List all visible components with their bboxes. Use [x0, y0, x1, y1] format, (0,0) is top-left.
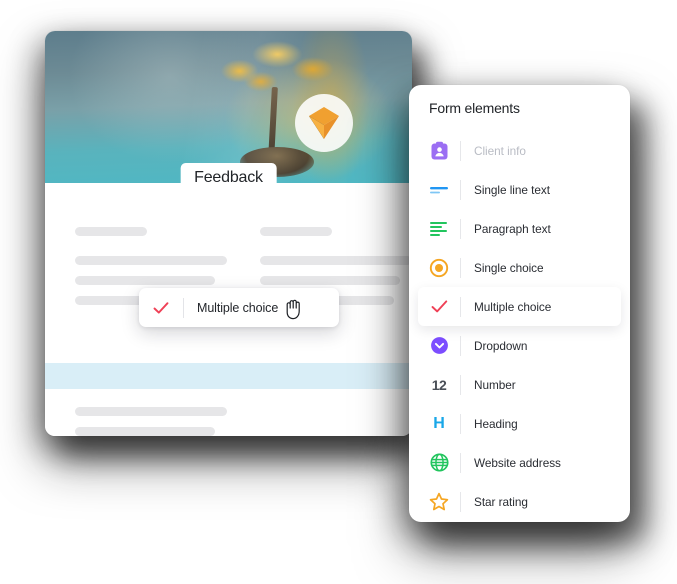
orange-pyramid-logo-icon: [309, 107, 339, 139]
list-item-multiple-choice[interactable]: Multiple choice: [418, 287, 621, 326]
list-item-label: Client info: [474, 143, 526, 158]
list-item-dropdown[interactable]: Dropdown: [418, 326, 621, 365]
divider: [460, 257, 461, 278]
divider: [460, 452, 461, 473]
divider: [460, 335, 461, 356]
heading-h-icon: H: [433, 414, 445, 432]
check-icon: [139, 299, 183, 317]
list-item-website-address[interactable]: Website address: [418, 443, 621, 482]
list-item-star-rating[interactable]: Star rating: [418, 482, 621, 521]
single-line-text-icon: [418, 183, 460, 197]
list-item-number[interactable]: 12 Number: [418, 365, 621, 404]
list-item-label: Star rating: [474, 494, 528, 509]
list-item-label: Heading: [474, 416, 518, 431]
list-item-label: Single choice: [474, 260, 544, 275]
skeleton-bar: [75, 276, 215, 285]
list-item-label: Website address: [474, 455, 561, 470]
star-rating-icon: [418, 492, 460, 511]
form-elements-panel: Form elements Client info Single line te…: [409, 85, 630, 522]
list-item-single-choice[interactable]: Single choice: [418, 248, 621, 287]
list-item-label: Dropdown: [474, 338, 528, 353]
grab-hand-cursor-icon: [286, 299, 300, 320]
list-item-single-line-text[interactable]: Single line text: [418, 170, 621, 209]
list-item-client-info[interactable]: Client info: [418, 131, 621, 170]
skeleton-bar: [75, 256, 227, 265]
skeleton-column-lower: [75, 407, 227, 436]
list-item-label: Single line text: [474, 182, 550, 197]
form-hero-banner: [45, 31, 412, 183]
form-preview-card: Feedback: [45, 31, 412, 436]
divider: [460, 218, 461, 239]
divider: [460, 179, 461, 200]
client-info-badge-icon: [418, 141, 460, 161]
skeleton-bar: [260, 276, 400, 285]
skeleton-bar: [75, 227, 147, 236]
dragged-element-chip[interactable]: Multiple choice: [139, 288, 339, 327]
website-address-globe-icon: [418, 453, 460, 472]
single-choice-radio-icon: [418, 258, 460, 278]
dropdown-chevron-icon: [418, 336, 460, 355]
paragraph-text-icon: [418, 221, 460, 237]
list-item-label: Paragraph text: [474, 221, 551, 236]
list-item-paragraph-text[interactable]: Paragraph text: [418, 209, 621, 248]
panel-title: Form elements: [429, 100, 520, 116]
list-item-heading[interactable]: H Heading: [418, 404, 621, 443]
number-12-icon: 12: [431, 376, 447, 393]
divider: [460, 491, 461, 512]
divider: [460, 413, 461, 434]
skeleton-bar: [75, 407, 227, 416]
dragged-element-label: Multiple choice: [197, 300, 279, 315]
divider: [460, 296, 461, 317]
form-elements-list: Client info Single line text Paragraph t…: [409, 131, 630, 521]
skeleton-bar: [260, 256, 412, 265]
divider: [183, 297, 184, 318]
list-item-label: Multiple choice: [474, 299, 552, 314]
skeleton-bar: [75, 427, 215, 436]
canvas: Feedback Multiple choice Form elements C…: [0, 0, 677, 584]
skeleton-bar: [260, 227, 332, 236]
drop-zone-indicator[interactable]: [45, 363, 412, 389]
multiple-choice-check-icon: [418, 297, 460, 316]
list-item-label: Number: [474, 377, 516, 392]
divider: [460, 140, 461, 161]
form-logo-badge: [295, 94, 353, 152]
divider: [460, 374, 461, 395]
